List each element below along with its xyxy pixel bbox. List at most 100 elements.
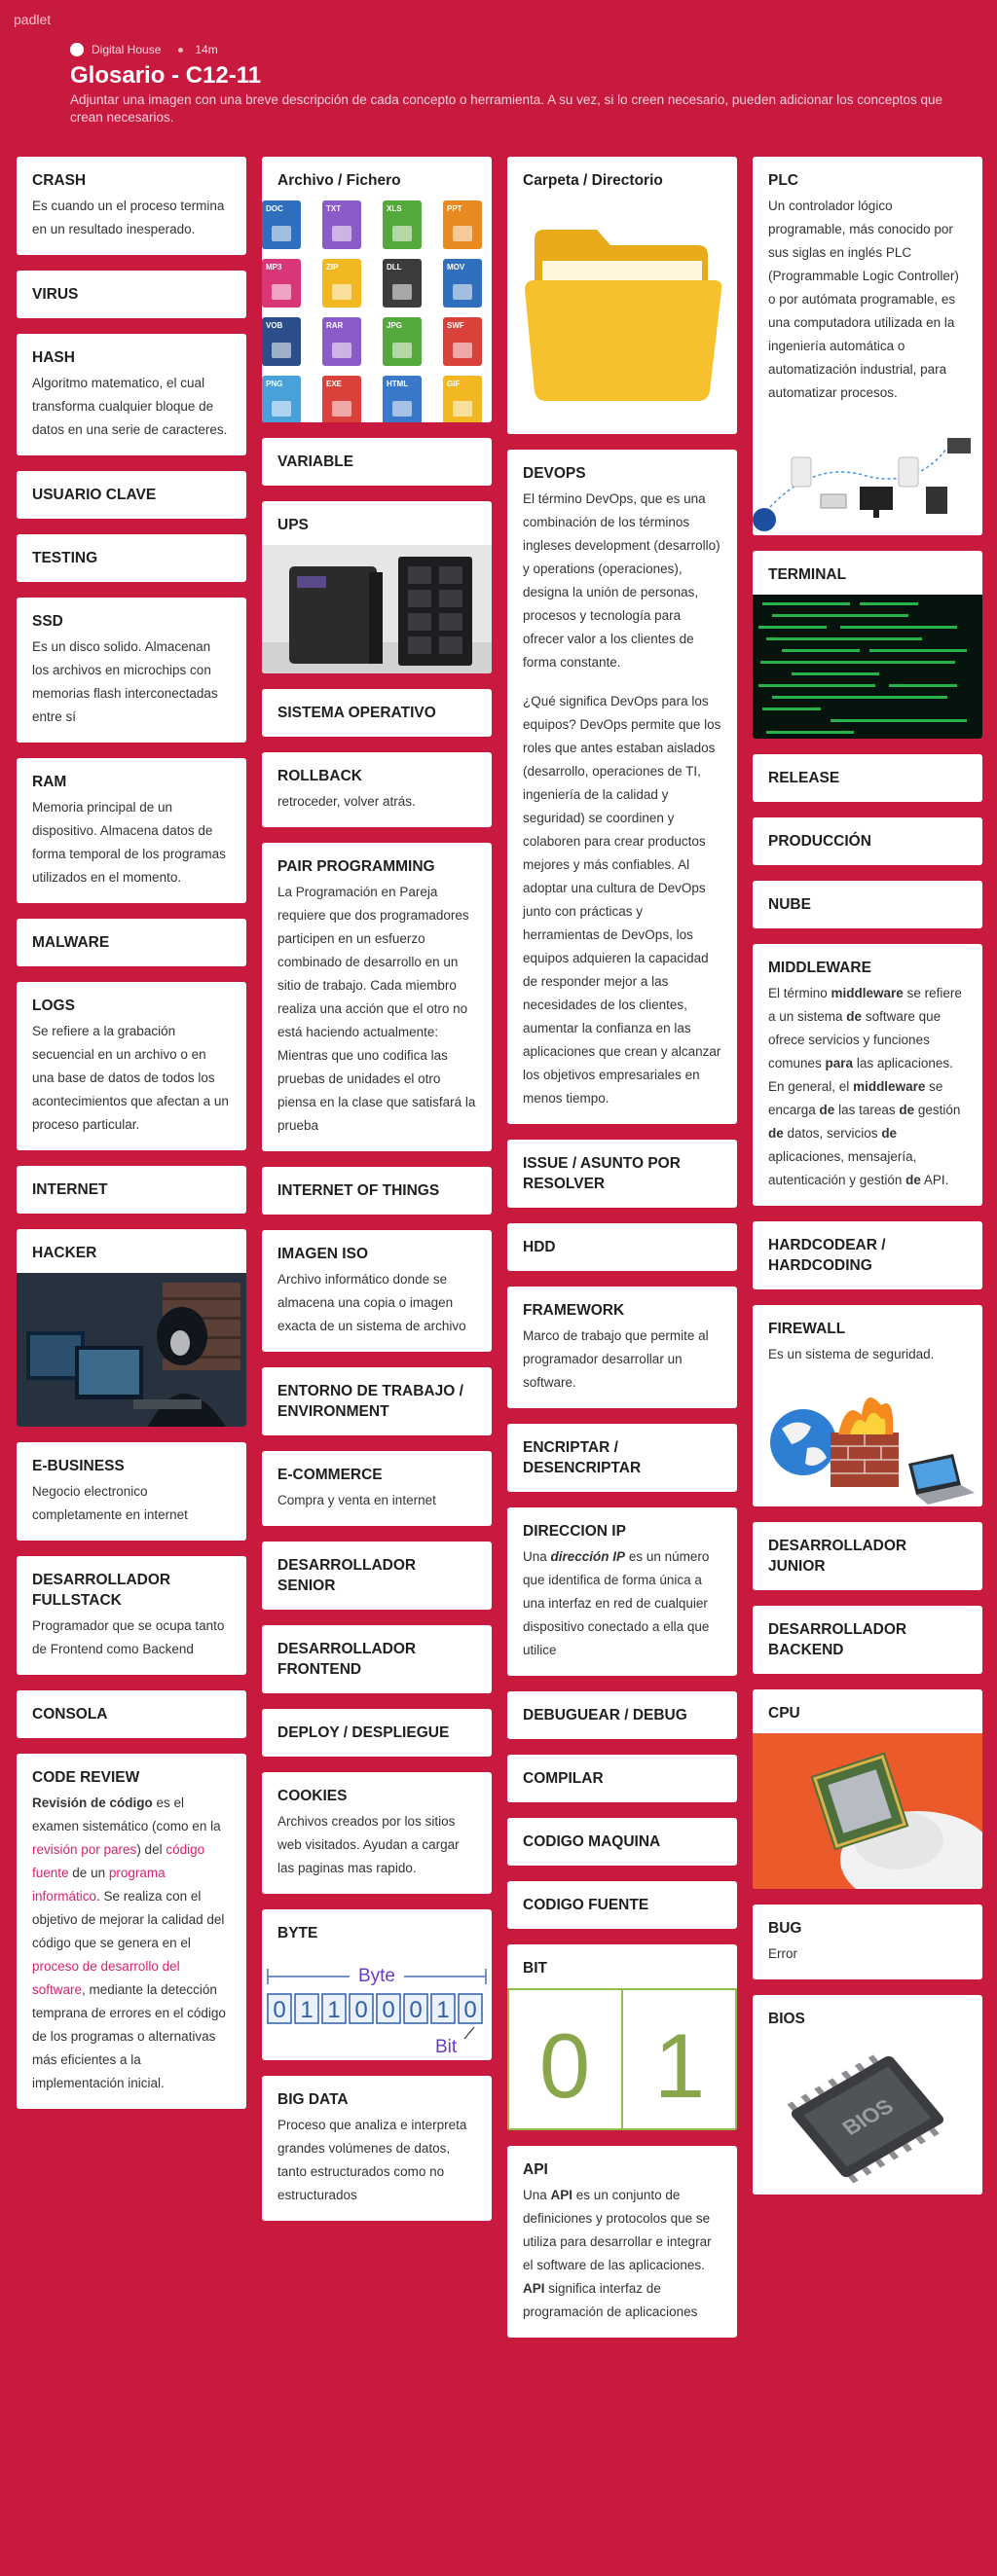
bold-term: API: [523, 2281, 545, 2296]
post-bios[interactable]: BIOS BIOS: [753, 1995, 982, 2195]
post-title: DEPLOY / DESPLIEGUE: [277, 1724, 450, 1741]
bios-chip-image: BIOS: [753, 2039, 982, 2195]
post-title: INTERNET: [32, 1181, 108, 1198]
post-backend[interactable]: DESARROLLADOR BACKEND: [753, 1606, 982, 1674]
post-cpu[interactable]: CPU: [753, 1689, 982, 1889]
post-hash[interactable]: HASH Algoritmo matematico, el cual trans…: [17, 334, 246, 455]
post-body: Programador que se ocupa tanto de Fronte…: [32, 1618, 225, 1656]
board-title: Glosario - C12-11: [70, 62, 262, 89]
text-run: de un: [68, 1866, 109, 1880]
post-crash[interactable]: CRASH Es cuando un el proceso termina en…: [17, 157, 246, 255]
post-malware[interactable]: MALWARE: [17, 919, 246, 966]
post-produccion[interactable]: PRODUCCIÓN: [753, 817, 982, 865]
post-junior[interactable]: DESARROLLADOR JUNIOR: [753, 1522, 982, 1590]
post-body: Compra y venta en internet: [277, 1493, 436, 1507]
text-run: las tareas: [834, 1103, 900, 1117]
post-archivo[interactable]: Archivo / Fichero DOC TXT XLS PPT MP3 ZIP DLL M…: [262, 157, 492, 422]
post-imagen-iso[interactable]: IMAGEN ISO Archivo informático donde se …: [262, 1230, 492, 1352]
post-internet-of-things[interactable]: INTERNET OF THINGS: [262, 1167, 492, 1215]
post-pair-programming[interactable]: PAIR PROGRAMMING La Programación en Pare…: [262, 843, 492, 1151]
post-fullstack[interactable]: DESARROLLADOR FULLSTACK Programador que …: [17, 1556, 246, 1675]
post-debug[interactable]: DEBUGUEAR / DEBUG: [507, 1691, 737, 1739]
post-title: BIT: [523, 1960, 547, 1977]
post-compilar[interactable]: COMPILAR: [507, 1755, 737, 1802]
post-terminal[interactable]: TERMINAL: [753, 551, 982, 739]
post-hdd[interactable]: HDD: [507, 1223, 737, 1271]
post-body: Memoria principal de un dispositivo. Alm…: [32, 800, 226, 885]
post-hardcodear[interactable]: HARDCODEAR / HARDCODING: [753, 1221, 982, 1289]
post-framework[interactable]: FRAMEWORK Marco de trabajo que permite a…: [507, 1287, 737, 1408]
post-entorno[interactable]: ENTORNO DE TRABAJO / ENVIRONMENT: [262, 1367, 492, 1435]
author-name: Digital House: [92, 43, 162, 56]
post-variable[interactable]: VARIABLE: [262, 438, 492, 486]
post-logs[interactable]: LOGS Se refiere a la grabación secuencia…: [17, 982, 246, 1150]
file-icons-image: DOC TXT XLS PPT MP3 ZIP DLL MOV VOB RAR JPG SWF PNG E…: [262, 191, 492, 422]
post-internet[interactable]: INTERNET: [17, 1166, 246, 1214]
post-body: El término DevOps, que es una combinació…: [523, 491, 720, 670]
post-middleware[interactable]: MIDDLEWARE El término middleware se refi…: [753, 944, 982, 1206]
post-testing[interactable]: TESTING: [17, 534, 246, 582]
text-run: El término: [768, 986, 831, 1000]
post-release[interactable]: RELEASE: [753, 754, 982, 802]
link-revision-pares[interactable]: revisión por pares: [32, 1842, 136, 1857]
post-direccion-ip[interactable]: DIRECCION IP Una dirección IP es un núme…: [507, 1507, 737, 1676]
post-encriptar[interactable]: ENCRIPTAR / DESENCRIPTAR: [507, 1424, 737, 1492]
post-carpeta[interactable]: Carpeta / Directorio: [507, 157, 737, 434]
post-ram[interactable]: RAM Memoria principal de un dispositivo.…: [17, 758, 246, 903]
post-title: CODE REVIEW: [32, 1769, 140, 1786]
bit-value: 1: [300, 1997, 313, 2023]
post-code-review[interactable]: CODE REVIEW Revisión de código es el exa…: [17, 1754, 246, 2109]
byte-label: Byte: [358, 1966, 395, 1986]
post-ssd[interactable]: SSD Es un disco solido. Almacenan los ar…: [17, 598, 246, 743]
post-body: Archivo informático donde se almacena un…: [277, 1272, 466, 1333]
bold-term: para: [825, 1056, 854, 1070]
post-bug[interactable]: BUG Error: [753, 1905, 982, 1979]
post-codigo-maquina[interactable]: CODIGO MAQUINA: [507, 1818, 737, 1866]
post-big-data[interactable]: BIG DATA Proceso que analiza e interpret…: [262, 2076, 492, 2221]
post-rollback[interactable]: ROLLBACK retroceder, volver atrás.: [262, 752, 492, 827]
post-title: ROLLBACK: [277, 768, 362, 784]
post-byte[interactable]: BYTE Byte 01100010 Bit: [262, 1909, 492, 2060]
post-senior[interactable]: DESARROLLADOR SENIOR: [262, 1542, 492, 1610]
post-title: COMPILAR: [523, 1770, 604, 1787]
post-e-business[interactable]: E-BUSINESS Negocio electronico completam…: [17, 1442, 246, 1541]
post-virus[interactable]: VIRUS: [17, 271, 246, 318]
bold-term: middleware: [831, 986, 904, 1000]
file-type-icon: PNG: [262, 376, 301, 422]
post-ups[interactable]: UPS: [262, 501, 492, 673]
post-codigo-fuente[interactable]: CODIGO FUENTE: [507, 1881, 737, 1929]
post-plc[interactable]: PLC Un controlador lógico programable, m…: [753, 157, 982, 535]
post-title: BIOS: [768, 2011, 805, 2027]
padlet-logo[interactable]: padlet: [14, 12, 51, 27]
post-title: TERMINAL: [768, 566, 847, 583]
post-title: Carpeta / Directorio: [523, 172, 663, 189]
post-consola[interactable]: CONSOLA: [17, 1690, 246, 1738]
post-cookies[interactable]: COOKIES Archivos creados por los sitios …: [262, 1772, 492, 1894]
post-title: PAIR PROGRAMMING: [277, 858, 435, 875]
post-firewall[interactable]: FIREWALL Es un sistema de seguridad.: [753, 1305, 982, 1506]
post-bit[interactable]: BIT 0 1: [507, 1944, 737, 2130]
post-hacker[interactable]: HACKER: [17, 1229, 246, 1427]
post-title: HASH: [32, 349, 75, 366]
file-type-icon: MOV: [443, 259, 482, 308]
post-title: DESARROLLADOR FRONTEND: [277, 1641, 417, 1678]
post-issue[interactable]: ISSUE / ASUNTO POR RESOLVER: [507, 1140, 737, 1208]
post-nube[interactable]: NUBE: [753, 881, 982, 928]
post-title: RELEASE: [768, 770, 840, 786]
file-type-icon: RAR: [322, 317, 361, 366]
post-body: retroceder, volver atrás.: [277, 794, 416, 809]
text-run: datos, servicios: [783, 1126, 882, 1141]
post-api[interactable]: API Una API es un conjunto de definicion…: [507, 2146, 737, 2338]
post-sistema-operativo[interactable]: SISTEMA OPERATIVO: [262, 689, 492, 737]
post-title: CODIGO MAQUINA: [523, 1833, 661, 1850]
post-deploy[interactable]: DEPLOY / DESPLIEGUE: [262, 1709, 492, 1757]
post-title: HACKER: [32, 1245, 97, 1261]
post-usuario-clave[interactable]: USUARIO CLAVE: [17, 471, 246, 519]
post-title: MIDDLEWARE: [768, 960, 871, 976]
post-devops[interactable]: DEVOPS El término DevOps, que es una com…: [507, 450, 737, 1124]
post-frontend[interactable]: DESARROLLADOR FRONTEND: [262, 1625, 492, 1693]
file-type-icon: DOC: [262, 200, 301, 249]
post-e-commerce[interactable]: E-COMMERCE Compra y venta en internet: [262, 1451, 492, 1526]
post-title: UPS: [277, 517, 309, 533]
bold-term: de: [819, 1103, 835, 1117]
